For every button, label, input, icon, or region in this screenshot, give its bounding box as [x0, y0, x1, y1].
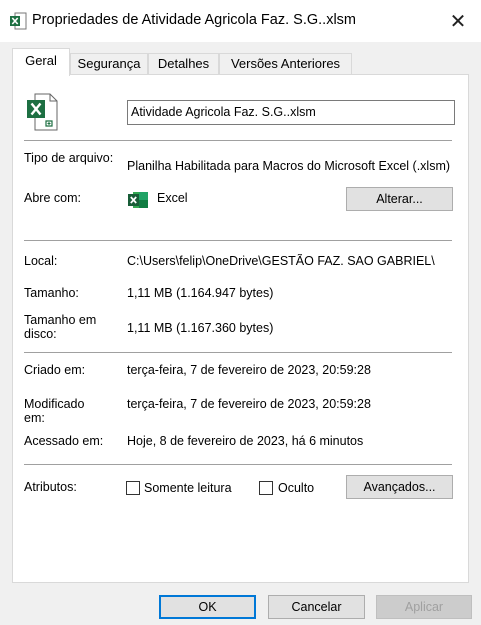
separator: [24, 140, 452, 141]
type-value: Planilha Habilitada para Macros do Micro…: [127, 159, 451, 173]
readonly-checkbox[interactable]: [126, 481, 140, 495]
hidden-checkbox[interactable]: [259, 481, 273, 495]
filename-input[interactable]: Atividade Agricola Faz. S.G..xlsm: [127, 100, 455, 125]
opens-with-label: Abre com:: [24, 191, 81, 205]
size-label: Tamanho:: [24, 286, 79, 300]
window-title: Propriedades de Atividade Agricola Faz. …: [32, 12, 356, 28]
cancel-button[interactable]: Cancelar: [268, 595, 365, 619]
created-value: terça-feira, 7 de fevereiro de 2023, 20:…: [127, 363, 371, 377]
size-on-disk-label: Tamanho em disco:: [24, 313, 97, 341]
location-label: Local:: [24, 254, 58, 268]
tab-seguranca[interactable]: Segurança: [70, 53, 148, 75]
accessed-value: Hoje, 8 de fevereiro de 2023, há 6 minut…: [127, 434, 364, 448]
excel-macro-file-icon: [25, 92, 59, 135]
change-button[interactable]: Alterar...: [346, 187, 453, 211]
general-panel: Atividade Agricola Faz. S.G..xlsm Tipo d…: [12, 74, 469, 583]
excel-file-icon: [9, 12, 27, 33]
modified-label: Modificado em:: [24, 397, 85, 425]
tab-versoes-anteriores[interactable]: Versões Anteriores: [219, 53, 352, 75]
attributes-label: Atributos:: [24, 480, 77, 494]
tab-geral[interactable]: Geral: [12, 48, 70, 76]
advanced-button[interactable]: Avançados...: [346, 475, 453, 499]
size-on-disk-value: 1,11 MB (1.167.360 bytes): [127, 321, 274, 335]
separator: [24, 464, 452, 465]
tab-detalhes[interactable]: Detalhes: [148, 53, 219, 75]
modified-value: terça-feira, 7 de fevereiro de 2023, 20:…: [127, 397, 371, 411]
type-label: Tipo de arquivo:: [24, 151, 114, 165]
location-value: C:\Users\felip\OneDrive\GESTÃO FAZ. SAO …: [127, 254, 435, 268]
separator: [24, 240, 452, 241]
accessed-label: Acessado em:: [24, 434, 104, 448]
created-label: Criado em:: [24, 363, 86, 377]
title-bar: Propriedades de Atividade Agricola Faz. …: [0, 0, 481, 42]
apply-button[interactable]: Aplicar: [376, 595, 472, 619]
ok-button[interactable]: OK: [159, 595, 256, 619]
excel-app-icon: [127, 191, 149, 212]
separator: [24, 352, 452, 353]
readonly-label[interactable]: Somente leitura: [144, 481, 232, 495]
size-value: 1,11 MB (1.164.947 bytes): [127, 286, 274, 300]
opens-with-value: Excel: [157, 191, 188, 205]
close-icon[interactable]: ✕: [435, 0, 481, 42]
hidden-label[interactable]: Oculto: [278, 481, 314, 495]
